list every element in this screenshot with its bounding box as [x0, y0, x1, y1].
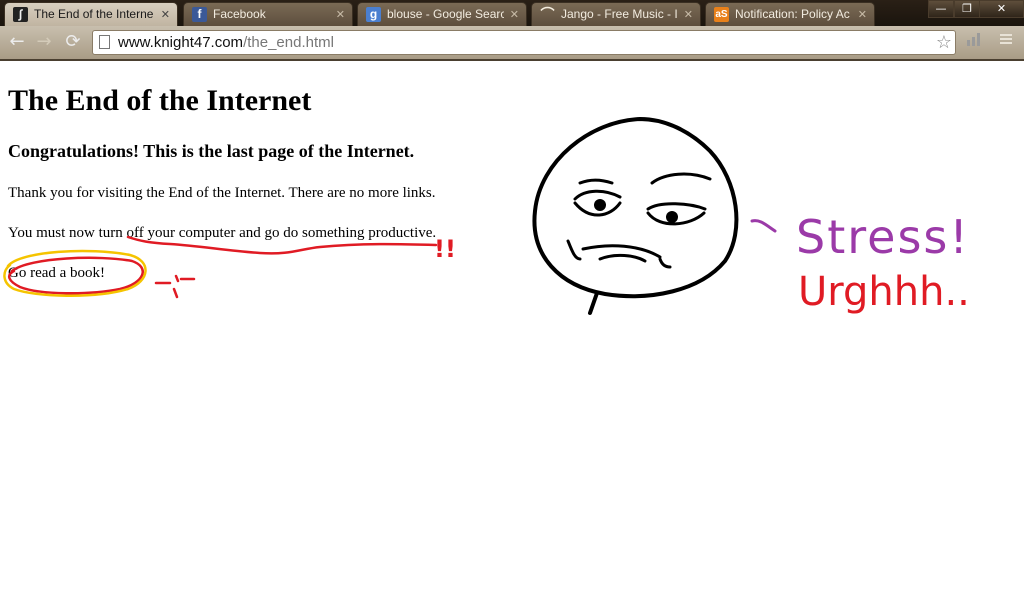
close-tab-icon[interactable]: ✕: [336, 6, 345, 23]
figure-favicon-icon: ∫: [13, 7, 28, 22]
facebook-favicon-icon: f: [192, 7, 207, 22]
purple-tick: [750, 219, 777, 233]
tab-end-of-internet[interactable]: ∫ The End of the Interne ✕: [4, 2, 178, 26]
browser-toolbar: ← → ⟳ www.knight47.com/the_end.html ☆: [0, 26, 1024, 61]
url-host: www.knight47.com: [118, 34, 244, 51]
policy-favicon-icon: aS: [714, 7, 729, 22]
jango-favicon-icon: ⌒: [540, 6, 555, 22]
address-bar[interactable]: www.knight47.com/the_end.html ☆: [92, 30, 956, 55]
rage-face-drawing: [532, 117, 739, 315]
page-icon: [99, 35, 110, 49]
tab-facebook[interactable]: f Facebook ✕: [183, 2, 353, 26]
wrench-menu-icon[interactable]: [994, 30, 1018, 54]
tab-title: Facebook: [213, 7, 266, 21]
drawing-overlay: Stress! Urghhh.. !!: [3, 117, 970, 315]
tab-title: The End of the Interne: [34, 7, 154, 21]
forward-arrow-icon[interactable]: →: [32, 30, 56, 54]
tears-face-drawing: [154, 274, 196, 299]
tab-google-search[interactable]: g blouse - Google Searcl ✕: [357, 2, 527, 26]
url-path: /the_end.html: [243, 34, 334, 51]
google-favicon-icon: g: [366, 7, 381, 22]
tab-title: Notification: Policy Ac: [735, 7, 850, 21]
close-tab-icon[interactable]: ✕: [858, 6, 867, 23]
signal-bars-icon[interactable]: [962, 30, 986, 54]
reload-icon[interactable]: ⟳: [61, 30, 85, 54]
close-tab-icon[interactable]: ✕: [161, 6, 170, 23]
urgh-text: Urghhh..: [798, 269, 970, 315]
stress-text: Stress!: [796, 210, 970, 264]
tab-jango[interactable]: ⌒ Jango - Free Music - Ir ✕: [531, 2, 701, 26]
tab-title: blouse - Google Searcl: [387, 7, 504, 21]
red-circle: [7, 256, 144, 295]
tab-title: Jango - Free Music - Ir: [561, 7, 678, 21]
bookmark-star-icon[interactable]: ☆: [936, 31, 952, 54]
url-text[interactable]: www.knight47.com/the_end.html: [118, 33, 334, 52]
close-tab-icon[interactable]: ✕: [510, 6, 519, 23]
title-bar: ∫ The End of the Interne ✕ f Facebook ✕ …: [0, 0, 1024, 26]
minimize-button[interactable]: —: [928, 0, 954, 18]
back-arrow-icon[interactable]: ←: [5, 30, 29, 54]
page-content: The End of the Internet Congratulations!…: [0, 61, 1024, 600]
close-tab-icon[interactable]: ✕: [684, 6, 693, 23]
exclaim-text: !!: [434, 235, 456, 263]
red-underline: [126, 235, 438, 255]
tab-policy-notification[interactable]: aS Notification: Policy Ac ✕: [705, 2, 875, 26]
maximize-button[interactable]: ❐: [954, 0, 980, 18]
close-window-button[interactable]: ✕: [979, 0, 1024, 18]
